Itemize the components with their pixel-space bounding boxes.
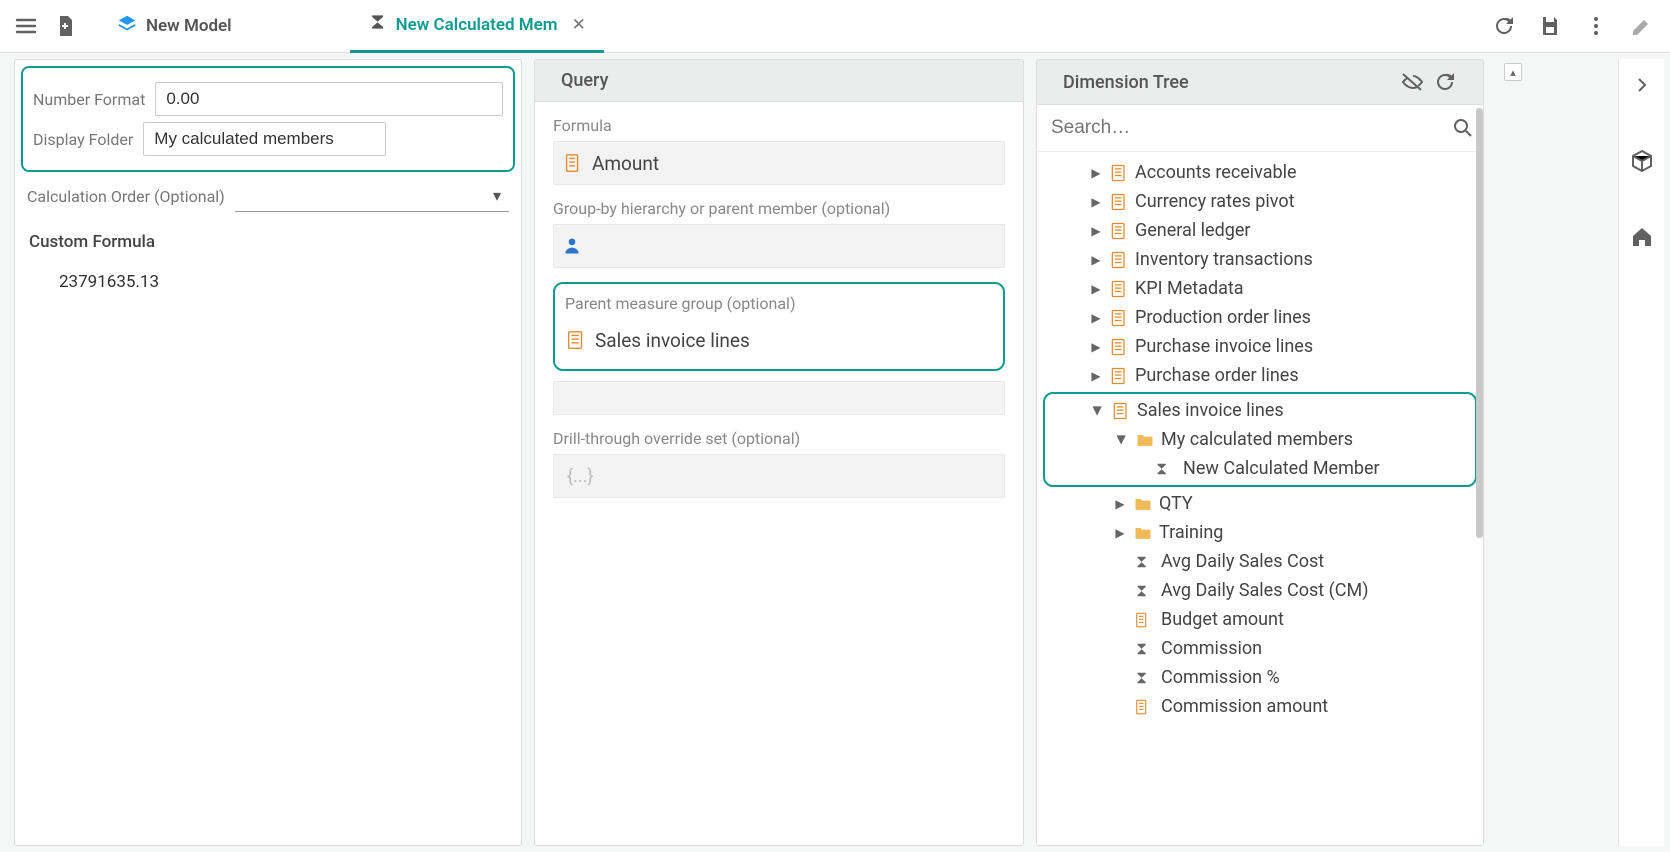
tree-item-budget-amount[interactable]: ▶Budget amount [1037,605,1483,634]
table-icon [565,329,587,351]
table-icon [1109,308,1129,328]
sigma-icon [1153,460,1171,478]
tree-item-sales-invoice-lines[interactable]: ▶Sales invoice lines [1045,396,1475,425]
parent-mg-field[interactable]: Sales invoice lines [565,319,993,363]
tree-item-kpi-metadata[interactable]: ▶KPI Metadata [1037,274,1483,303]
workspace: Number Format Display Folder Calculation… [0,53,1670,852]
tree-item-avg-daily-sales-cost-cm[interactable]: ▶Avg Daily Sales Cost (CM) [1037,576,1483,605]
layers-icon [116,13,138,40]
extra-field[interactable] [553,381,1005,415]
right-rail [1618,59,1664,846]
properties-panel: Number Format Display Folder Calculation… [14,59,522,846]
calc-order-select[interactable]: ▾ [235,180,509,212]
sigma-icon [1133,669,1151,687]
collapse-tree-button[interactable]: ▴ [1504,63,1522,81]
cube-icon[interactable] [1624,143,1660,179]
measure-icon [1133,611,1151,629]
parent-mg-label: Parent measure group (optional) [565,294,993,313]
query-panel: Query Formula Amount Group-by hierarchy … [534,59,1024,846]
tab-label: New Calculated Mem [396,15,558,35]
tab-new-model[interactable]: New Model [98,0,250,53]
refresh-button[interactable] [1486,8,1522,44]
custom-formula-value: 23791635.13 [15,258,521,304]
tree-item-training[interactable]: ▶Training [1037,518,1483,547]
measure-icon [1133,698,1151,716]
person-icon [562,234,582,258]
tree-highlight-box: ▶Sales invoice lines ▶My calculated memb… [1043,392,1477,487]
formula-label: Formula [553,116,1005,135]
tree-item-commission[interactable]: ▶Commission [1037,634,1483,663]
sigma-icon [1133,553,1151,571]
table-icon [1109,221,1129,241]
display-folder-input[interactable] [143,122,386,156]
table-icon [1109,279,1129,299]
search-input[interactable] [1041,111,1447,145]
formula-value: Amount [592,152,659,175]
table-icon [1109,163,1129,183]
groupby-field[interactable] [553,224,1005,268]
more-button[interactable] [1578,8,1614,44]
search-row [1037,105,1483,152]
tree: ▶Accounts receivable ▶Currency rates piv… [1037,152,1483,837]
tree-scrollbar[interactable] [1475,108,1483,845]
format-folder-box: Number Format Display Folder [21,66,515,172]
formula-field[interactable]: Amount [553,141,1005,185]
tree-item-commission-amount[interactable]: ▶Commission amount [1037,692,1483,721]
table-icon [1109,250,1129,270]
dimension-tree-panel: Dimension Tree ▶Accounts receivable ▶Cur… [1036,59,1484,846]
folder-icon [1133,523,1153,543]
number-format-input[interactable] [155,82,503,116]
tab-label: New Model [146,16,232,36]
tree-item-production-order[interactable]: ▶Production order lines [1037,303,1483,332]
tree-item-purchase-order[interactable]: ▶Purchase order lines [1037,361,1483,390]
close-tab-button[interactable]: ✕ [572,15,586,35]
folder-icon [1135,430,1155,450]
drill-placeholder: {...} [562,466,593,487]
groupby-label: Group-by hierarchy or parent member (opt… [553,199,1005,218]
table-icon [1109,366,1129,386]
edit-button[interactable] [1624,8,1660,44]
measure-icon [562,152,584,174]
custom-formula-header: Custom Formula [15,226,521,258]
home-icon[interactable] [1624,219,1660,255]
calc-order-label: Calculation Order (Optional) [27,187,225,206]
tree-item-purchase-invoice[interactable]: ▶Purchase invoice lines [1037,332,1483,361]
visibility-off-icon[interactable] [1401,70,1425,94]
tree-item-commission-pct[interactable]: ▶Commission % [1037,663,1483,692]
topbar: New Model New Calculated Mem ✕ [0,0,1670,53]
folder-icon [1133,494,1153,514]
parent-mg-value: Sales invoice lines [595,329,750,352]
table-icon [1109,192,1129,212]
tree-item-accounts-receivable[interactable]: ▶Accounts receivable [1037,158,1483,187]
refresh-tree-icon[interactable] [1433,70,1457,94]
tree-item-my-calculated-members[interactable]: ▶My calculated members [1045,425,1475,454]
tree-item-avg-daily-sales-cost[interactable]: ▶Avg Daily Sales Cost [1037,547,1483,576]
tree-item-currency-rates[interactable]: ▶Currency rates pivot [1037,187,1483,216]
sigma-icon [1133,582,1151,600]
query-title: Query [561,70,608,91]
sigma-icon [1133,640,1151,658]
dimension-tree-title: Dimension Tree [1063,72,1189,93]
tab-new-calculated-member[interactable]: New Calculated Mem ✕ [350,0,604,53]
number-format-label: Number Format [33,90,145,109]
tree-item-qty[interactable]: ▶QTY [1037,489,1483,518]
tree-item-inventory-trans[interactable]: ▶Inventory transactions [1037,245,1483,274]
menu-icon[interactable] [8,8,44,44]
drill-label: Drill-through override set (optional) [553,429,1005,448]
table-icon [1109,337,1129,357]
drill-field[interactable]: {...} [553,454,1005,498]
save-button[interactable] [1532,8,1568,44]
new-document-icon[interactable] [48,8,84,44]
table-icon [1111,401,1131,421]
tree-item-new-calculated-member[interactable]: New Calculated Member [1045,454,1475,483]
tree-item-general-ledger[interactable]: ▶General ledger [1037,216,1483,245]
sigma-icon [368,12,388,37]
query-header: Query [535,60,1023,102]
parent-measure-group-box: Parent measure group (optional) Sales in… [553,282,1005,371]
display-folder-label: Display Folder [33,130,133,149]
expand-rail-button[interactable] [1624,67,1660,103]
